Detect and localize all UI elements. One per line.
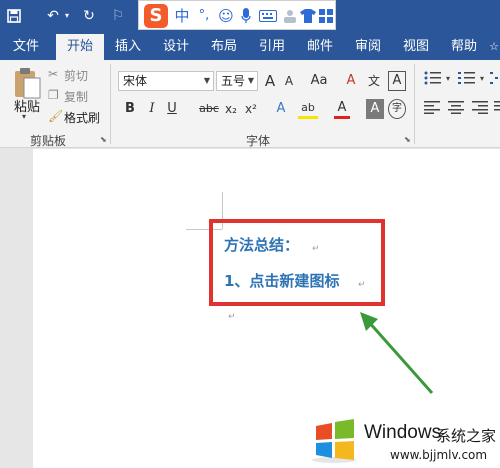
annotation-arrow-icon [360,312,434,394]
ime-punct-button[interactable]: °, [194,5,214,27]
font-size-combo[interactable]: 五号 ▼ [216,71,258,91]
strikethrough-button[interactable]: abc [198,99,220,119]
numbering-dropdown-icon[interactable]: ▾ [480,74,484,83]
font-color-button[interactable]: A [334,99,350,119]
emoji-icon[interactable]: ☺ [217,5,235,27]
clear-format-button[interactable]: A [342,71,360,91]
superscript-button[interactable]: x² [242,99,260,119]
tab-home[interactable]: 开始 [56,34,104,60]
paste-button[interactable]: 粘贴 [10,96,44,115]
watermark-brand: Windows [364,422,442,443]
undo-icon[interactable]: ↶ [44,5,62,27]
copy-icon[interactable]: ❐ [48,88,59,102]
underline-button[interactable]: U [164,99,180,119]
highlight-box [209,219,385,306]
save-icon[interactable] [4,5,24,27]
windows-logo-icon [312,419,356,463]
cut-icon[interactable]: ✂ [48,67,58,81]
numbering-icon[interactable] [458,70,478,88]
tab-file[interactable]: 文件 [6,34,46,60]
ime-toolbar: S 中 °, ☺ [138,0,336,30]
tab-overflow[interactable]: ☆ [488,34,500,60]
tab-design[interactable]: 设计 [156,34,196,60]
apps-icon[interactable] [317,5,335,27]
ribbon-tabs: 文件 开始 插入 设计 布局 引用 邮件 审阅 视图 帮助 ☆ [0,34,500,60]
sogou-logo-icon[interactable]: S [144,4,168,28]
align-left-icon[interactable] [424,100,442,116]
keyboard-icon[interactable] [257,5,279,27]
italic-button[interactable]: I [144,99,160,119]
subscript-button[interactable]: x₂ [222,99,240,119]
ribbon-separator [110,64,111,144]
paste-dropdown-icon[interactable]: ▾ [22,112,26,121]
grow-font-button[interactable]: A [262,71,278,91]
chevron-down-icon: ▼ [203,76,210,85]
ime-mode-button[interactable]: 中 [173,5,191,27]
font-size-value: 五号 [221,74,246,88]
watermark-cn: 系统之家 [436,427,497,445]
tab-references[interactable]: 引用 [252,34,292,60]
bullets-dropdown-icon[interactable]: ▾ [446,74,450,83]
char-shading-button[interactable]: A [366,99,384,119]
tab-view[interactable]: 视图 [396,34,436,60]
highlight-button[interactable]: ab [298,99,318,119]
align-right-icon[interactable] [472,100,490,116]
ribbon-separator [414,64,415,144]
watermark-url: www.bjjmlv.com [390,448,488,462]
undo-dropdown-icon[interactable]: ▾ [62,5,72,27]
tab-mailings[interactable]: 邮件 [300,34,340,60]
format-painter-button[interactable]: 格式刷 [64,109,100,126]
char-border-button[interactable]: A [388,71,406,91]
voice-icon[interactable] [237,5,255,27]
text-effect-button[interactable]: A [272,99,290,119]
font-group-label: 字体 [246,134,271,148]
title-bar: ↶ ▾ ↻ ⚐ S 中 °, ☺ [0,0,500,34]
tab-insert[interactable]: 插入 [108,34,148,60]
enclose-char-button[interactable]: 字 [388,99,406,119]
cut-button[interactable]: 剪切 [64,67,88,84]
justify-icon[interactable] [494,100,500,116]
paste-icon[interactable] [12,66,44,100]
copy-button[interactable]: 复制 [64,88,88,105]
toolbox-icon[interactable] [281,5,299,27]
chevron-down-icon: ▼ [247,76,254,85]
format-painter-icon[interactable]: 🖌 [48,109,63,123]
phonetic-guide-button[interactable]: 文 [364,71,384,91]
font-name-value: 宋体 [123,74,148,88]
tab-help[interactable]: 帮助 [444,34,484,60]
redo-icon[interactable]: ↻ [80,5,98,27]
clipboard-launcher-icon[interactable]: ⬊ [100,135,107,144]
shrink-font-button[interactable]: A [282,71,296,91]
skin-icon[interactable] [299,5,317,27]
multilevel-list-icon[interactable] [490,70,500,88]
tab-layout[interactable]: 布局 [204,34,244,60]
format-painter-icon[interactable]: ⚐ [108,5,128,27]
bullets-icon[interactable] [424,70,444,88]
clipboard-group-label: 剪贴板 [30,134,67,148]
align-center-icon[interactable] [448,100,466,116]
font-name-combo[interactable]: 宋体 ▼ [118,71,214,91]
change-case-button[interactable]: Aa [306,71,332,91]
ribbon-home: 粘贴 ▾ ✂ 剪切 ❐ 复制 🖌 格式刷 剪贴板 ⬊ 宋体 ▼ 五号 ▼ A A… [0,60,500,148]
bold-button[interactable]: B [122,99,138,119]
paragraph-mark-icon: ↵ [228,312,236,322]
watermark: Windows 系统之家 www.bjjmlv.com [306,412,500,468]
tab-review[interactable]: 审阅 [348,34,388,60]
font-launcher-icon[interactable]: ⬊ [404,135,411,144]
